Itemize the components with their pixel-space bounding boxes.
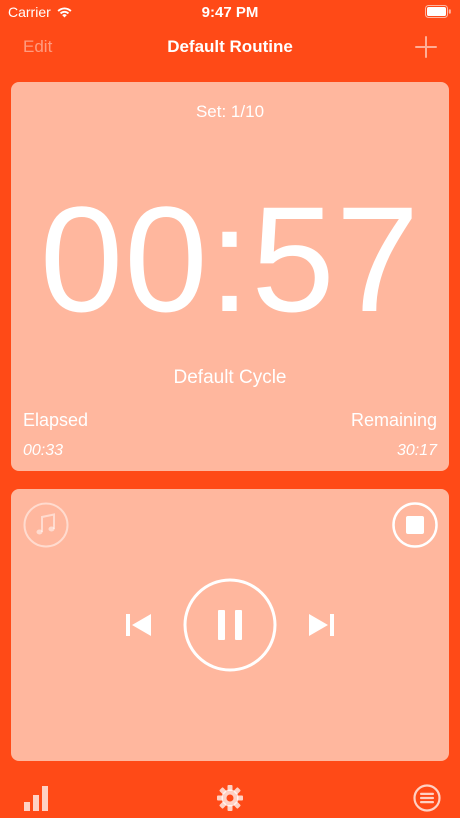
list-icon [413, 784, 441, 812]
page-title: Default Routine [167, 37, 293, 56]
previous-button[interactable] [125, 610, 153, 640]
music-button[interactable] [23, 502, 69, 548]
navigation-bar: Edit Default Routine [0, 26, 460, 70]
skip-back-icon [126, 614, 151, 636]
bar-chart-icon [24, 786, 48, 811]
pause-button[interactable] [183, 578, 277, 672]
elapsed-value: 00:33 [23, 442, 64, 459]
add-button[interactable] [414, 35, 438, 59]
tab-bar [0, 772, 460, 818]
battery-icon [425, 5, 452, 18]
stop-button[interactable] [392, 502, 438, 548]
plus-icon [415, 36, 437, 58]
remaining-label: Remaining [350, 410, 437, 430]
pause-icon [183, 578, 277, 672]
tab-statistics[interactable] [22, 784, 50, 812]
tab-settings[interactable] [216, 784, 244, 812]
elapsed-label: Elapsed [23, 410, 89, 430]
next-button[interactable] [307, 610, 335, 640]
music-note-icon [23, 502, 69, 548]
skip-forward-icon [309, 614, 334, 636]
status-time: 9:47 PM [201, 4, 259, 21]
status-bar: Carrier 9:47 PM [0, 0, 460, 26]
stop-icon [392, 502, 438, 548]
remaining-value: 30:17 [396, 442, 437, 459]
player-card [11, 489, 449, 761]
set-counter: Set: 1/10 [195, 102, 265, 121]
tab-routines[interactable] [413, 784, 441, 812]
timer-card: Set: 1/10 00:57 Default Cycle Elapsed 00… [11, 82, 449, 471]
countdown-display: 00:57 [39, 175, 421, 343]
gear-icon [217, 785, 243, 811]
cycle-name: Default Cycle [173, 367, 287, 388]
